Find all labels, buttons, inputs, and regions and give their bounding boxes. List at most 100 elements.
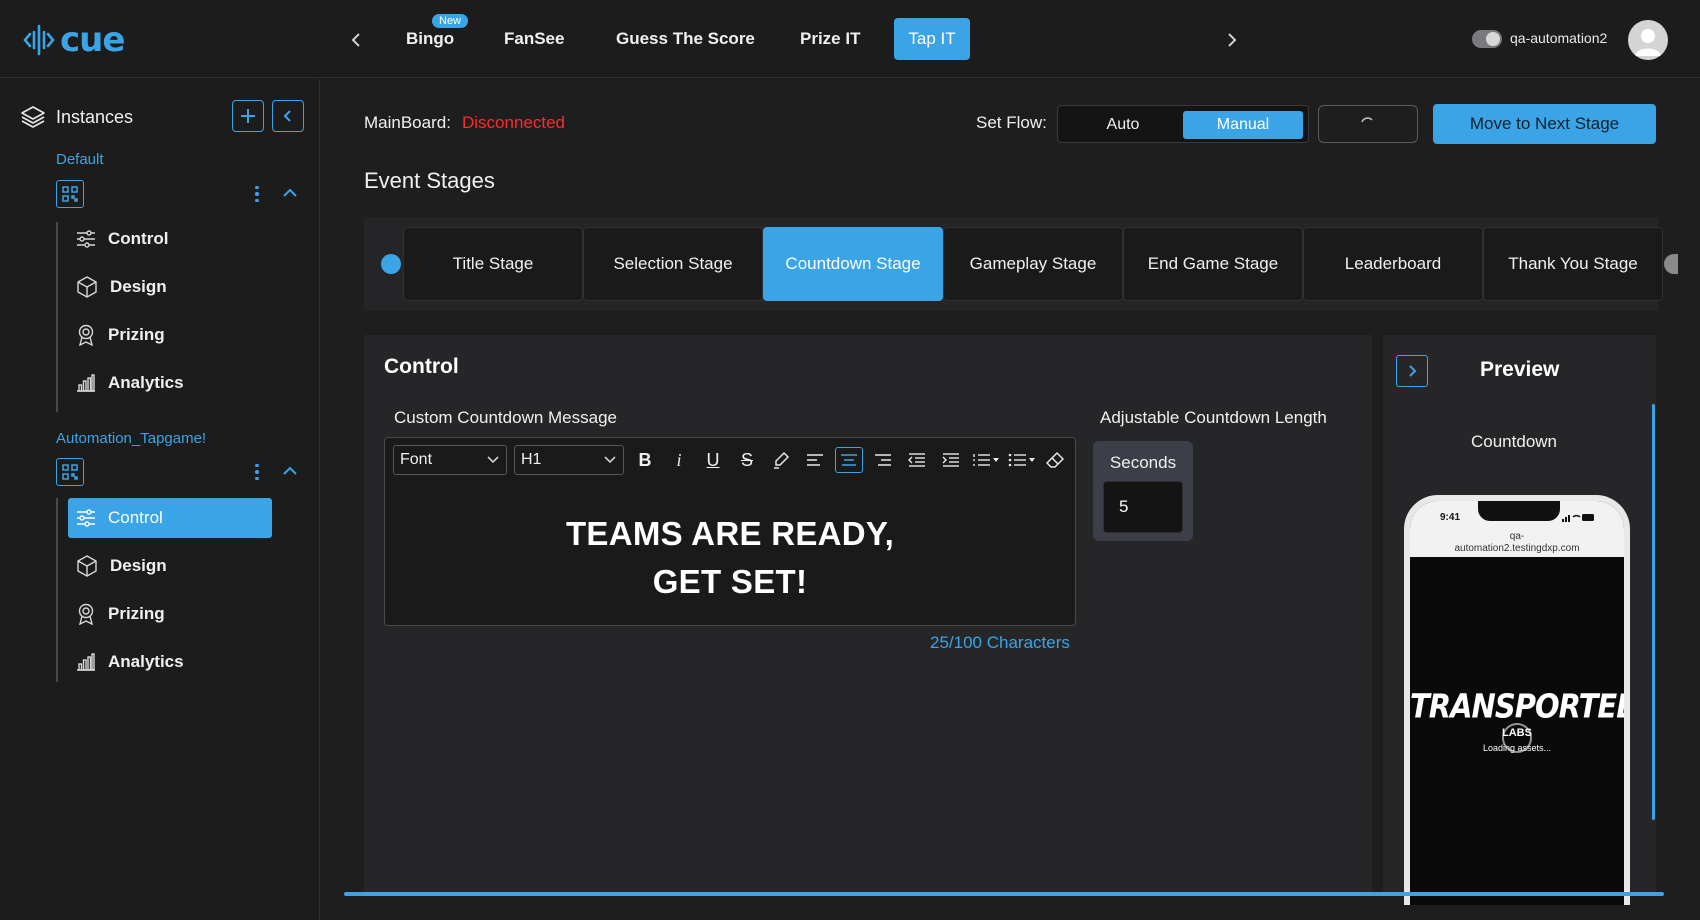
- message-content[interactable]: TEAMS ARE READY, GET SET!: [385, 510, 1075, 606]
- stage-gameplay[interactable]: Gameplay Stage: [943, 227, 1123, 301]
- align-right-button[interactable]: [869, 447, 897, 473]
- username[interactable]: qa-automation2: [1510, 30, 1607, 46]
- collapse-sidebar-button[interactable]: [272, 100, 304, 132]
- move-next-stage-button[interactable]: Move to Next Stage: [1433, 104, 1656, 144]
- sidebar-item-label: Design: [110, 556, 167, 575]
- align-left-icon: [807, 454, 823, 466]
- stage-indicator-dot[interactable]: [1664, 254, 1678, 274]
- stage-thank-you[interactable]: Thank You Stage: [1483, 227, 1663, 301]
- message-line: TEAMS ARE READY,: [565, 515, 895, 552]
- cube-icon: [77, 555, 97, 577]
- theme-toggle[interactable]: [1472, 30, 1502, 48]
- collapse-group-button[interactable]: [282, 465, 298, 477]
- signal-battery-icon: [1562, 514, 1594, 522]
- chevron-up-icon: [283, 188, 297, 197]
- tree-line: [56, 222, 58, 412]
- italic-button[interactable]: i: [665, 447, 693, 473]
- flow-manual-button[interactable]: Manual: [1183, 111, 1303, 139]
- underline-icon: U: [706, 449, 720, 470]
- mainboard-status: Disconnected: [462, 113, 566, 132]
- flow-auto-button[interactable]: Auto: [1063, 111, 1183, 139]
- chevron-right-icon: [1409, 365, 1417, 377]
- flow-toggle: Auto Manual: [1057, 105, 1309, 143]
- sidebar-title: Instances: [56, 107, 134, 127]
- tab-fansee[interactable]: FanSee: [490, 18, 578, 60]
- mainboard-label: MainBoard:: [364, 113, 451, 132]
- font-select-value: Font: [400, 451, 433, 468]
- phone-browser-bar: 9:41 qa- automation2.testingdxp.com: [1410, 501, 1624, 557]
- message-line: GET SET!: [652, 563, 808, 600]
- instance-menu-button[interactable]: [249, 183, 265, 205]
- avatar[interactable]: [1628, 20, 1668, 60]
- stage-end-game[interactable]: End Game Stage: [1123, 227, 1303, 301]
- cube-icon: [77, 276, 97, 298]
- font-select[interactable]: Font: [393, 445, 507, 475]
- preview-title: Preview: [1480, 358, 1560, 381]
- setflow-label: Set Flow:: [976, 113, 1047, 132]
- align-center-icon: [841, 454, 857, 466]
- outdent-icon: [908, 453, 925, 467]
- rich-text-editor[interactable]: Font H1 B i U S TEAMS ARE READY, GET SET…: [384, 437, 1076, 626]
- nav-next-arrow[interactable]: [1220, 26, 1244, 54]
- stage-leaderboard[interactable]: Leaderboard: [1303, 227, 1483, 301]
- align-left-button[interactable]: [801, 447, 829, 473]
- strikethrough-icon: S: [740, 449, 753, 470]
- stage-countdown[interactable]: Countdown Stage: [763, 227, 943, 301]
- nav-prev-arrow[interactable]: [344, 26, 368, 54]
- tab-prize-it[interactable]: Prize IT: [786, 18, 874, 60]
- phone-url: qa- automation2.testingdxp.com: [1410, 531, 1624, 555]
- indent-button[interactable]: [937, 447, 965, 473]
- ordered-list-button[interactable]: [971, 447, 1003, 473]
- instance-menu-button[interactable]: [249, 461, 265, 483]
- app-logo[interactable]: cue: [22, 20, 125, 60]
- message-label: Custom Countdown Message: [394, 408, 618, 427]
- collapse-group-button[interactable]: [282, 187, 298, 199]
- highlighter-icon: [774, 451, 790, 469]
- heading-select[interactable]: H1: [514, 445, 624, 475]
- sidebar-item-analytics[interactable]: Analytics: [68, 642, 272, 682]
- plus-icon: [241, 109, 255, 123]
- italic-icon: i: [676, 449, 682, 470]
- qr-grid-icon: [62, 464, 78, 480]
- sidebar-item-label: Control: [108, 508, 163, 527]
- underline-button[interactable]: U: [699, 447, 727, 473]
- instance-group-name[interactable]: Default: [56, 151, 104, 168]
- sidebar-item-prizing[interactable]: Prizing: [68, 315, 272, 355]
- sidebar-item-prizing[interactable]: Prizing: [68, 594, 272, 634]
- seconds-box: Seconds 5: [1093, 441, 1193, 541]
- sidebar-item-label: Analytics: [108, 652, 184, 671]
- align-center-button[interactable]: [835, 447, 863, 473]
- loading-button[interactable]: [1318, 105, 1418, 143]
- bar-chart-icon: [77, 374, 95, 392]
- seconds-input[interactable]: 5: [1103, 481, 1183, 533]
- instance-grid-button[interactable]: [56, 458, 84, 486]
- strikethrough-button[interactable]: S: [733, 447, 761, 473]
- sidebar-item-label: Analytics: [108, 373, 184, 392]
- instance-grid-button[interactable]: [56, 180, 84, 208]
- chevron-down-icon: [604, 456, 616, 464]
- horizontal-scrollbar[interactable]: [344, 892, 1664, 896]
- bold-button[interactable]: B: [631, 447, 659, 473]
- tab-tap-it[interactable]: Tap IT: [894, 18, 970, 60]
- sidebar-item-control[interactable]: Control: [68, 498, 272, 538]
- character-count: 25/100 Characters: [930, 633, 1070, 652]
- stage-title[interactable]: Title Stage: [403, 227, 583, 301]
- clear-format-button[interactable]: [1041, 447, 1069, 473]
- tab-guess-the-score[interactable]: Guess The Score: [602, 18, 769, 60]
- preview-scrollbar[interactable]: [1652, 404, 1655, 820]
- stage-indicator-dot[interactable]: [381, 254, 401, 274]
- outdent-button[interactable]: [903, 447, 931, 473]
- bullet-list-button[interactable]: [1007, 447, 1039, 473]
- highlight-button[interactable]: [767, 447, 795, 473]
- sidebar-item-design[interactable]: Design: [68, 267, 272, 307]
- stage-selection[interactable]: Selection Stage: [583, 227, 763, 301]
- sidebar-item-design[interactable]: Design: [68, 546, 272, 586]
- collapse-preview-button[interactable]: [1396, 355, 1428, 387]
- sidebar-item-control[interactable]: Control: [68, 219, 272, 259]
- add-instance-button[interactable]: [232, 100, 264, 132]
- sidebar-item-analytics[interactable]: Analytics: [68, 363, 272, 403]
- instance-group-name[interactable]: Automation_Tapgame!: [56, 430, 206, 447]
- chevron-down-icon: [487, 456, 499, 464]
- chevron-left-icon: [351, 33, 360, 47]
- sidebar-item-label: Prizing: [108, 325, 165, 344]
